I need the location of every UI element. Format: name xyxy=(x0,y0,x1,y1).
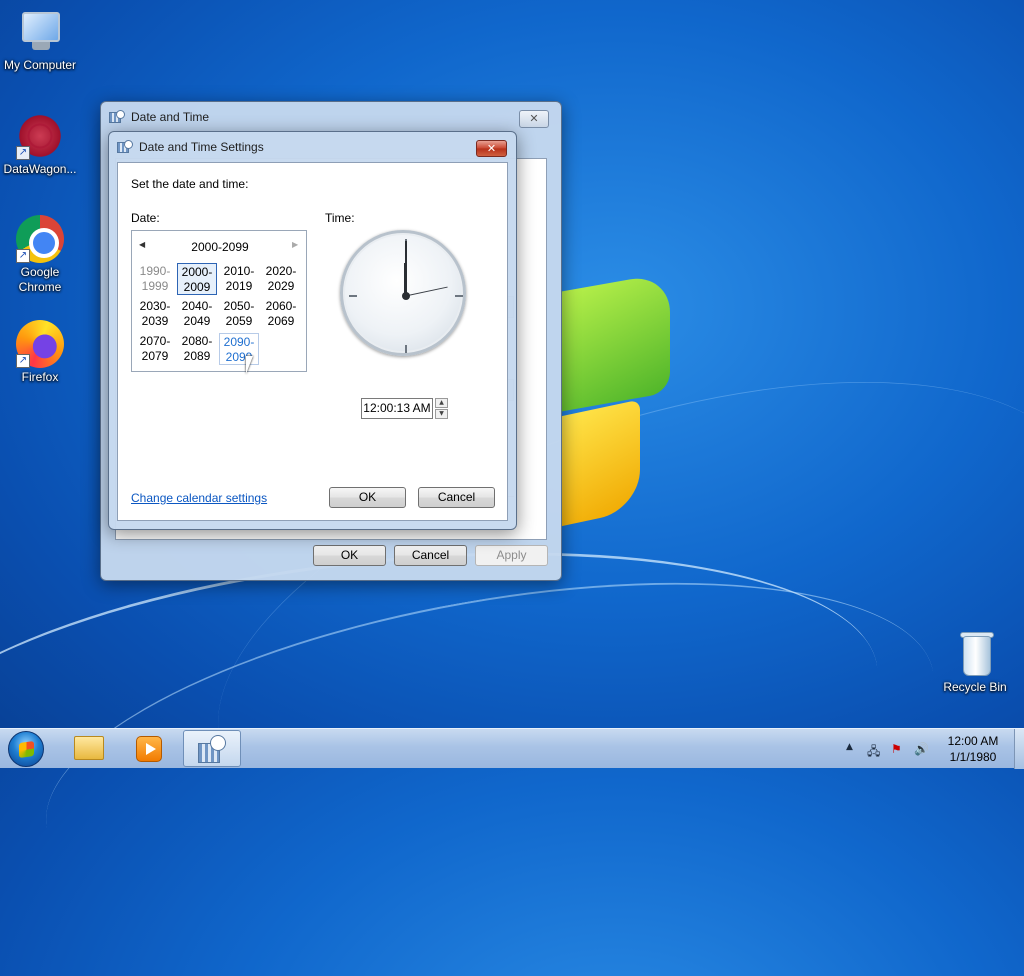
mouse-cursor-icon xyxy=(246,356,260,374)
desktop-icon-my-computer[interactable]: My Computer xyxy=(0,8,80,72)
wallpaper-logo-yellow xyxy=(560,399,640,527)
clock-tick xyxy=(455,295,463,297)
firefox-icon: ↗ xyxy=(16,320,64,368)
taskbar-date-and-time[interactable] xyxy=(183,730,241,767)
desktop-icon-label: My Computer xyxy=(3,58,77,72)
decade-2000-2009[interactable]: 2000- 2009 xyxy=(177,263,217,295)
start-button[interactable] xyxy=(8,731,44,767)
decade-2080-2089[interactable]: 2080- 2089 xyxy=(177,333,217,365)
decade-2070-2079[interactable]: 2070- 2079 xyxy=(135,333,175,365)
time-label: Time: xyxy=(325,211,355,225)
calendar-range-header[interactable]: 2000-2099 xyxy=(132,240,308,254)
network-icon[interactable]: 🖧 xyxy=(867,742,880,763)
shortcut-arrow-icon: ↗ xyxy=(16,354,30,368)
decade-2040-2049[interactable]: 2040- 2049 xyxy=(177,298,217,330)
date-label: Date: xyxy=(131,211,160,225)
tray-time: 12:00 AM xyxy=(947,734,999,748)
clock-second-hand xyxy=(405,286,448,297)
decade-2020-2029[interactable]: 2020- 2029 xyxy=(261,263,301,295)
analog-clock xyxy=(340,230,466,356)
clock-tick xyxy=(349,295,357,297)
time-input[interactable]: 12:00:13 AM xyxy=(361,398,433,419)
shortcut-arrow-icon: ↗ xyxy=(16,249,30,263)
ok-button[interactable]: OK xyxy=(313,545,386,566)
desktop-icon-datawagon[interactable]: ↗ DataWagon... xyxy=(0,112,80,176)
taskbar-media-player[interactable] xyxy=(121,730,179,767)
date-time-icon xyxy=(198,735,228,763)
desktop-icon-firefox[interactable]: ↗ Firefox xyxy=(0,320,80,384)
date-time-icon xyxy=(109,110,125,124)
tray-date: 1/1/1980 xyxy=(949,750,997,764)
close-button[interactable]: ✕ xyxy=(519,110,549,128)
next-arrow-icon[interactable]: ▶ xyxy=(292,240,298,249)
desktop-icon-google-chrome[interactable]: ↗ Google Chrome xyxy=(0,215,80,295)
tray-clock[interactable]: 12:00 AM 1/1/1980 xyxy=(936,733,1010,765)
volume-icon[interactable]: 🔊 xyxy=(914,742,929,756)
recycle-bin-icon xyxy=(957,630,994,678)
time-spin-down-icon[interactable]: ▼ xyxy=(435,409,448,419)
ok-button[interactable]: OK xyxy=(329,487,406,508)
date-and-time-settings-window: Date and Time Settings ✕ Set the date an… xyxy=(108,131,517,530)
clock-tick xyxy=(405,345,407,353)
clock-minute-hand xyxy=(405,241,407,296)
shortcut-arrow-icon: ↗ xyxy=(16,146,30,160)
desktop-icon-label: Recycle Bin xyxy=(943,680,1007,694)
clock-center-pin xyxy=(402,292,410,300)
chrome-icon: ↗ xyxy=(16,215,64,263)
show-hidden-icons-arrow-icon[interactable]: ▲ xyxy=(846,742,853,752)
cancel-button[interactable]: Cancel xyxy=(418,487,495,508)
apply-button[interactable]: Apply xyxy=(475,545,548,566)
calendar-control[interactable]: ◀ 2000-2099 ▶ 1990- 1999 2000- 2009 2010- 2… xyxy=(131,230,307,372)
taskbar-windows-explorer[interactable] xyxy=(60,730,118,767)
change-calendar-settings-link[interactable]: Change calendar settings xyxy=(131,491,267,505)
decade-2030-2039[interactable]: 2030- 2039 xyxy=(135,298,175,330)
computer-icon xyxy=(16,8,64,56)
decade-2010-2019[interactable]: 2010- 2019 xyxy=(219,263,259,295)
decade-2060-2069[interactable]: 2060- 2069 xyxy=(261,298,301,330)
action-center-icon[interactable]: ⚑ xyxy=(891,742,902,756)
close-button[interactable]: ✕ xyxy=(476,140,507,157)
cancel-button[interactable]: Cancel xyxy=(394,545,467,566)
taskbar: ▲ 🖧 ⚑ 🔊 12:00 AM 1/1/1980 xyxy=(0,728,1024,769)
desktop-icon-label: DataWagon... xyxy=(3,162,77,176)
windows-explorer-icon xyxy=(74,736,104,760)
show-desktop-button[interactable] xyxy=(1014,729,1024,769)
media-player-icon xyxy=(136,736,162,762)
time-spin-up-icon[interactable]: ▲ xyxy=(435,398,448,408)
decade-2050-2059[interactable]: 2050- 2059 xyxy=(219,298,259,330)
decade-1990-1999[interactable]: 1990- 1999 xyxy=(135,263,175,295)
window-title: Date and Time xyxy=(131,110,210,124)
date-time-icon xyxy=(117,140,133,154)
settings-panel: Set the date and time: Date: Time: ◀ 200… xyxy=(117,162,508,521)
desktop-icon-label: Firefox xyxy=(21,370,59,384)
desktop-icon-label: Google Chrome xyxy=(18,265,62,294)
instruction-text: Set the date and time: xyxy=(131,177,249,191)
desktop-icon-recycle-bin[interactable]: Recycle Bin xyxy=(935,630,1015,694)
window-title: Date and Time Settings xyxy=(139,140,264,154)
wallpaper-logo-green xyxy=(560,272,670,412)
datawagon-icon: ↗ xyxy=(16,112,64,160)
